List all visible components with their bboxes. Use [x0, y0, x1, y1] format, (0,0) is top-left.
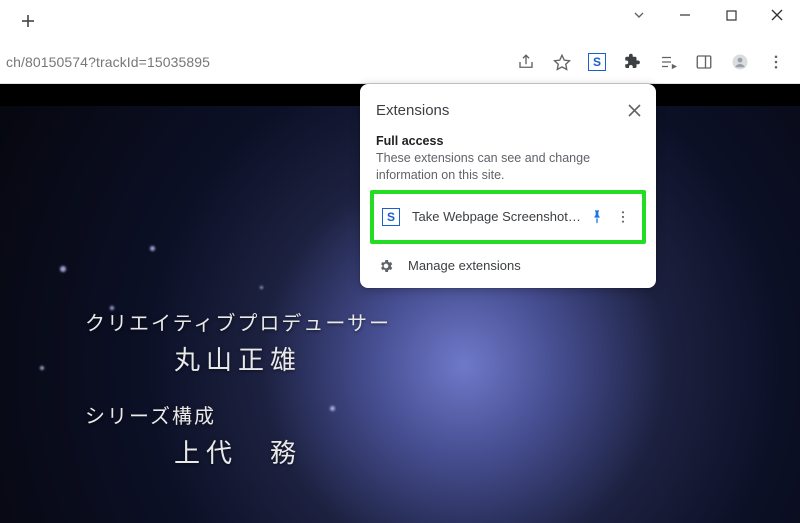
- address-bar-fragment[interactable]: ch/80150574?trackId=15035895: [0, 54, 210, 70]
- share-icon[interactable]: [514, 50, 538, 74]
- side-panel-icon[interactable]: [692, 50, 716, 74]
- screenshot-extension-icon[interactable]: [586, 51, 608, 73]
- media-control-icon[interactable]: [656, 50, 680, 74]
- extension-item-name: Take Webpage Screenshots Enti…: [412, 209, 584, 224]
- credit-role-1: クリエイティブプロデューサー: [85, 309, 391, 340]
- gear-icon: [378, 258, 394, 274]
- highlighted-extension-row: Take Webpage Screenshots Enti…: [370, 190, 646, 244]
- window-close-button[interactable]: [754, 0, 800, 30]
- chrome-menu-icon[interactable]: [764, 50, 788, 74]
- extensions-popup-close-button[interactable]: [620, 96, 648, 124]
- window-minimize-button[interactable]: [662, 0, 708, 30]
- credit-name-2: 上代 務: [85, 433, 391, 473]
- extensions-popup-title: Extensions: [376, 102, 449, 119]
- video-credits: クリエイティブプロデューサー 丸山正雄 シリーズ構成 上代 務: [85, 309, 391, 474]
- extension-item-icon: [382, 208, 400, 226]
- manage-extensions-label: Manage extensions: [408, 258, 521, 273]
- extension-item[interactable]: Take Webpage Screenshots Enti…: [374, 196, 642, 238]
- pin-extension-button[interactable]: [584, 204, 610, 230]
- tab-search-chevron[interactable]: [616, 0, 662, 30]
- window-maximize-button[interactable]: [708, 0, 754, 30]
- extensions-section-description: These extensions can see and change info…: [376, 148, 640, 184]
- extensions-icon[interactable]: [620, 50, 644, 74]
- manage-extensions-row[interactable]: Manage extensions: [360, 248, 656, 284]
- extensions-section-label: Full access: [376, 134, 640, 148]
- credit-name-1: 丸山正雄: [85, 340, 391, 380]
- extension-more-options-button[interactable]: [610, 204, 636, 230]
- profile-avatar-icon[interactable]: [728, 50, 752, 74]
- bookmark-star-icon[interactable]: [550, 50, 574, 74]
- credit-role-2: シリーズ構成: [85, 402, 391, 433]
- browser-toolbar: ch/80150574?trackId=15035895: [0, 40, 800, 84]
- new-tab-button[interactable]: [14, 7, 42, 35]
- extensions-popup: Extensions Full access These extensions …: [360, 84, 656, 288]
